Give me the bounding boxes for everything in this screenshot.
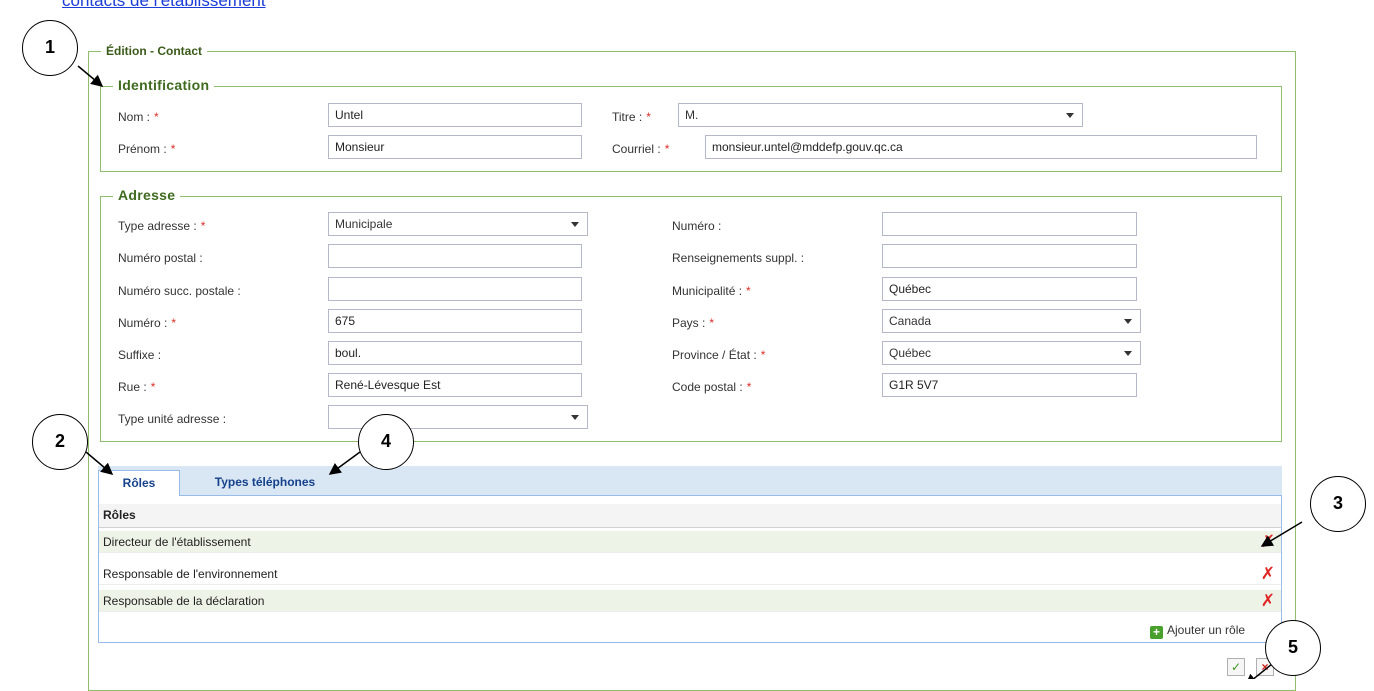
callout-arrows bbox=[77, 65, 1303, 679]
callout-5: 5 bbox=[1265, 620, 1321, 676]
callout-2: 2 bbox=[32, 414, 88, 470]
callout-3: 3 bbox=[1310, 476, 1366, 532]
callout-1: 1 bbox=[22, 20, 78, 76]
callout-4: 4 bbox=[358, 414, 414, 470]
